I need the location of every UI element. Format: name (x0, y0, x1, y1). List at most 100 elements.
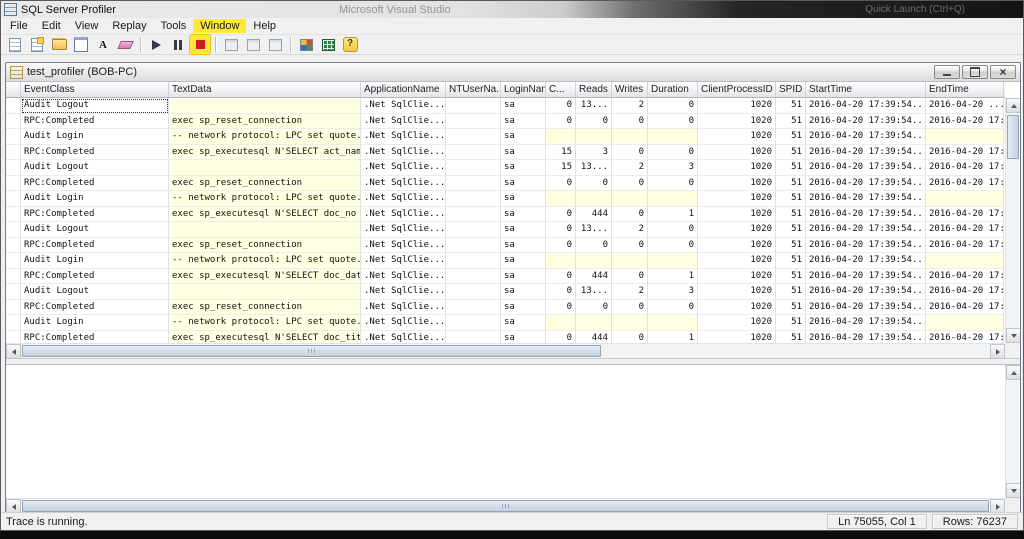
grid-horizontal-scrollbar[interactable] (6, 343, 1005, 359)
cell-login: sa (501, 315, 546, 331)
close-button[interactable] (990, 65, 1016, 79)
cell-text: -- network protocol: LPC set quote... (169, 191, 361, 207)
execute-step-icon[interactable] (221, 35, 241, 54)
scroll-down-button[interactable] (1006, 328, 1020, 343)
text-detail-content[interactable] (6, 365, 1005, 498)
menu-item-file[interactable]: File (3, 19, 35, 33)
help-icon[interactable] (340, 35, 360, 54)
trace-row[interactable]: RPC:Completed exec sp_executesql N'SELECT… (6, 330, 1005, 343)
column-header-text[interactable]: TextData (169, 82, 361, 97)
row-margin (6, 175, 21, 191)
pause-trace-icon[interactable] (168, 35, 188, 54)
results-grid-icon[interactable] (318, 35, 338, 54)
trace-row[interactable]: RPC:Completed exec sp_reset_connection .Ne… (6, 237, 1005, 253)
trace-row[interactable]: RPC:Completed exec sp_reset_connection .Ne… (6, 175, 1005, 191)
cell-ntuser (446, 206, 501, 222)
open-trace-icon[interactable] (49, 35, 69, 54)
cell-spid: 51 (776, 253, 806, 269)
menu-item-window[interactable]: Window (193, 19, 247, 33)
start-trace-icon[interactable] (146, 35, 166, 54)
cell-duration: 0 (648, 144, 698, 160)
menu-item-tools[interactable]: Tools (154, 19, 194, 33)
column-header-start[interactable]: StartTime (806, 82, 926, 97)
column-header-end[interactable]: EndTime (926, 82, 1004, 97)
column-header-duration[interactable]: Duration (648, 82, 698, 97)
clear-trace-icon[interactable] (115, 35, 135, 54)
organize-columns-icon[interactable] (296, 35, 316, 54)
cell-spid: 51 (776, 98, 806, 114)
cell-reads: 13... (576, 284, 612, 300)
scroll-down-button[interactable] (1006, 483, 1020, 498)
trace-row[interactable]: Audit Logout .Net SqlClie... sa 0 13... 2 0 102… (6, 98, 1005, 114)
column-header-app[interactable]: ApplicationName (361, 82, 446, 97)
grid-vertical-scrollbar[interactable] (1005, 98, 1020, 343)
trace-window-titlebar[interactable]: test_profiler (BOB-PC) (6, 63, 1020, 82)
trace-row[interactable]: Audit Login -- network protocol: LPC set … (6, 315, 1005, 331)
up-arrow-icon (1010, 103, 1017, 108)
cell-text: exec sp_executesql N'SELECT doc_tit... (169, 330, 361, 343)
menu-item-replay[interactable]: Replay (105, 19, 153, 33)
menu-item-edit[interactable]: Edit (35, 19, 68, 33)
column-header-ntuser[interactable]: NTUserNa... (446, 82, 501, 97)
column-header-cpid[interactable]: ClientProcessID (698, 82, 776, 97)
scroll-left-button[interactable] (6, 344, 21, 359)
column-header-login[interactable]: LoginName (501, 82, 546, 97)
cell-event: Audit Logout (21, 284, 169, 300)
status-row-count: Rows: 76237 (931, 514, 1018, 529)
scrollbar-corner (1005, 343, 1020, 358)
cell-ntuser (446, 299, 501, 315)
run-to-cursor-icon[interactable] (243, 35, 263, 54)
trace-row[interactable]: RPC:Completed exec sp_executesql N'SELECT… (6, 268, 1005, 284)
minimize-button[interactable] (934, 65, 960, 79)
cell-start: 2016-04-20 17:39:54... (806, 315, 926, 331)
titlebar[interactable]: SQL Server Profiler Microsoft Visual Stu… (1, 1, 1023, 18)
detail-horizontal-scrollbar[interactable] (6, 498, 1005, 512)
grid-vertical-scroll-thumb[interactable] (1007, 115, 1019, 159)
column-header-event[interactable]: EventClass (21, 82, 169, 97)
column-header-reads[interactable]: Reads (576, 82, 612, 97)
column-header-spid[interactable]: SPID (776, 82, 806, 97)
trace-properties-icon[interactable] (71, 35, 91, 54)
detail-horizontal-scroll-thumb[interactable] (22, 500, 989, 512)
scroll-left-button[interactable] (6, 499, 21, 512)
trace-row[interactable]: RPC:Completed exec sp_executesql N'SELECT… (6, 206, 1005, 222)
row-margin (6, 299, 21, 315)
cell-reads: 444 (576, 268, 612, 284)
menu-item-view[interactable]: View (68, 19, 106, 33)
scroll-up-button[interactable] (1006, 365, 1020, 380)
cell-end: 2016-04-20 17: (926, 206, 1004, 222)
cell-duration: 3 (648, 284, 698, 300)
cell-writes (612, 253, 648, 269)
cell-duration (648, 253, 698, 269)
cell-writes (612, 129, 648, 145)
trace-row[interactable]: RPC:Completed exec sp_reset_connection .Ne… (6, 299, 1005, 315)
trace-row[interactable]: Audit Logout .Net SqlClie... sa 15 13... 2 3 10… (6, 160, 1005, 176)
column-header-cpu[interactable]: C... (546, 82, 576, 97)
new-template-icon[interactable] (27, 35, 47, 54)
scroll-right-button[interactable] (990, 499, 1005, 512)
cell-login: sa (501, 98, 546, 114)
menu-item-help[interactable]: Help (246, 19, 283, 33)
grid-horizontal-scroll-thumb[interactable] (22, 345, 602, 357)
cell-reads (576, 129, 612, 145)
new-trace-icon[interactable] (5, 35, 25, 54)
cell-spid: 51 (776, 175, 806, 191)
column-header-writes[interactable]: Writes (612, 82, 648, 97)
maximize-button[interactable] (962, 65, 988, 79)
trace-row[interactable]: Audit Logout .Net SqlClie... sa 0 13... 2 0 102… (6, 222, 1005, 238)
scroll-right-button[interactable] (990, 344, 1005, 359)
find-icon[interactable] (93, 35, 113, 54)
trace-row[interactable]: Audit Login -- network protocol: LPC set … (6, 253, 1005, 269)
toggle-breakpoint-icon[interactable] (265, 35, 285, 54)
cell-end: 2016-04-20 17: (926, 113, 1004, 129)
stop-trace-icon[interactable] (190, 35, 210, 54)
cell-end: 2016-04-20 17: (926, 160, 1004, 176)
cell-cpu: 0 (546, 206, 576, 222)
trace-row[interactable]: RPC:Completed exec sp_executesql N'SELECT… (6, 144, 1005, 160)
trace-row[interactable]: Audit Login -- network protocol: LPC set … (6, 191, 1005, 207)
trace-row[interactable]: Audit Login -- network protocol: LPC set … (6, 129, 1005, 145)
scroll-up-button[interactable] (1006, 98, 1020, 113)
trace-row[interactable]: RPC:Completed exec sp_reset_connection .Ne… (6, 113, 1005, 129)
trace-row[interactable]: Audit Logout .Net SqlClie... sa 0 13... 2 3 102… (6, 284, 1005, 300)
detail-vertical-scrollbar[interactable] (1005, 365, 1020, 498)
